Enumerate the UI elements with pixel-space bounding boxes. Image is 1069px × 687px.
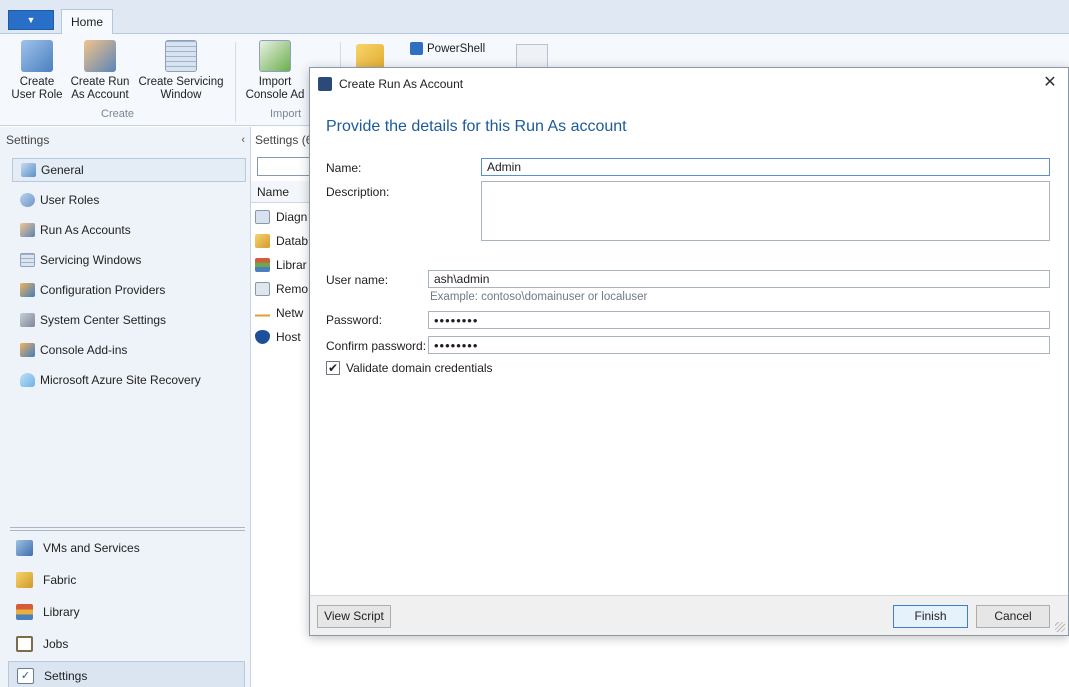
nav-item-general[interactable]: General <box>12 158 246 182</box>
list-header: Settings (6 <box>255 133 313 147</box>
user-role-icon <box>21 40 53 72</box>
nav-item-run-as-accounts[interactable]: Run As Accounts <box>12 218 246 242</box>
view-script-button[interactable]: View Script <box>317 605 391 628</box>
system-center-settings-icon <box>20 313 35 327</box>
resize-grip-icon[interactable] <box>1055 622 1065 632</box>
validate-domain-credentials-row[interactable]: ✔ Validate domain credentials <box>326 361 493 375</box>
create-run-as-account-dialog: Create Run As Account ✕ Provide the deta… <box>309 67 1069 636</box>
nav-item-console-addins[interactable]: Console Add-ins <box>12 338 246 362</box>
finish-button[interactable]: Finish <box>893 605 968 628</box>
group-label-create: Create <box>101 108 135 120</box>
workspace-jobs[interactable]: Jobs <box>8 629 245 659</box>
validate-domain-credentials-label: Validate domain credentials <box>346 361 493 375</box>
group-label-import: Import <box>270 108 302 120</box>
workspace-splitter[interactable] <box>10 527 245 531</box>
run-as-account-icon <box>84 40 116 72</box>
nav-item-servicing-windows[interactable]: Servicing Windows <box>12 248 246 272</box>
dialog-title: Create Run As Account <box>339 77 464 91</box>
navigation-pane: Settings ‹ General User Roles Run As Acc… <box>0 127 251 687</box>
dialog-titlebar: Create Run As Account ✕ <box>310 68 1068 100</box>
app-menu-button[interactable]: ▼ <box>8 10 54 30</box>
username-label: User name: <box>326 273 389 287</box>
calendar-icon <box>165 40 197 72</box>
configuration-providers-icon <box>20 283 35 297</box>
password-label: Password: <box>326 313 383 327</box>
create-servicing-window-button[interactable]: Create Servicing Window <box>135 40 227 102</box>
cancel-button[interactable]: Cancel <box>976 605 1050 628</box>
collapse-pane-icon[interactable]: ‹ <box>241 127 245 153</box>
settings-icon: ✓ <box>17 668 34 684</box>
library-icon <box>16 604 33 620</box>
dialog-heading: Provide the details for this Run As acco… <box>326 118 627 135</box>
workspace-vms-and-services[interactable]: VMs and Services <box>8 533 245 563</box>
nav-item-system-center-settings[interactable]: System Center Settings <box>12 308 246 332</box>
general-icon <box>21 163 36 177</box>
list-item[interactable]: Librar <box>255 253 315 277</box>
dialog-footer: View Script Finish Cancel <box>310 595 1068 635</box>
create-run-as-account-button[interactable]: Create Run As Account <box>67 40 133 102</box>
nav-item-configuration-providers[interactable]: Configuration Providers <box>12 278 246 302</box>
validate-domain-credentials-checkbox[interactable]: ✔ <box>326 361 340 375</box>
password-input[interactable] <box>428 311 1050 329</box>
workspace-library[interactable]: Library <box>8 597 245 627</box>
jobs-icon <box>16 636 33 652</box>
fabric-icon <box>16 572 33 588</box>
column-header-name[interactable]: Name <box>251 181 311 203</box>
workspace-settings[interactable]: ✓ Settings <box>8 661 245 687</box>
tab-home[interactable]: Home <box>61 9 113 35</box>
list-item[interactable]: Netw <box>255 301 315 325</box>
run-as-accounts-icon <box>20 223 35 237</box>
nav-item-user-roles[interactable]: User Roles <box>12 188 246 212</box>
close-icon[interactable]: ✕ <box>1038 72 1062 94</box>
servicing-windows-icon <box>20 253 35 267</box>
dialog-app-icon <box>318 77 332 91</box>
ribbon-tabs: ▼ Home <box>0 0 1069 35</box>
nav-item-azure-site-recovery[interactable]: Microsoft Azure Site Recovery <box>12 368 246 392</box>
name-input[interactable] <box>481 158 1050 176</box>
import-console-addin-button[interactable]: Import Console Ad <box>244 40 306 102</box>
list-item[interactable]: Datab <box>255 229 315 253</box>
workspace-fabric[interactable]: Fabric <box>8 565 245 595</box>
list-item[interactable]: Diagn <box>255 205 315 229</box>
search-input[interactable] <box>257 157 317 176</box>
network-icon <box>255 306 270 320</box>
confirm-password-input[interactable] <box>428 336 1050 354</box>
database-icon <box>255 234 270 248</box>
import-icon <box>259 40 291 72</box>
confirm-password-label: Confirm password: <box>326 339 427 353</box>
nav-header: Settings ‹ <box>0 127 251 153</box>
name-label: Name: <box>326 161 362 175</box>
vms-services-icon <box>16 540 33 556</box>
username-input[interactable] <box>428 270 1050 288</box>
list-item[interactable]: Host <box>255 325 315 349</box>
powershell-button[interactable]: PowerShell <box>410 42 485 55</box>
remote-icon <box>255 282 270 296</box>
host-icon <box>255 330 270 344</box>
username-example: Example: contoso\domainuser or localuser <box>430 291 648 303</box>
library-settings-icon <box>255 258 270 272</box>
user-roles-icon <box>20 193 35 207</box>
powershell-icon <box>410 42 423 55</box>
azure-site-recovery-icon <box>20 373 35 387</box>
console-addins-icon <box>20 343 35 357</box>
ribbon-separator <box>235 42 236 122</box>
diagnostics-icon <box>255 210 270 224</box>
list-item[interactable]: Remo <box>255 277 315 301</box>
description-input[interactable] <box>481 181 1050 241</box>
create-user-role-button[interactable]: Create User Role <box>8 40 66 102</box>
description-label: Description: <box>326 185 390 199</box>
